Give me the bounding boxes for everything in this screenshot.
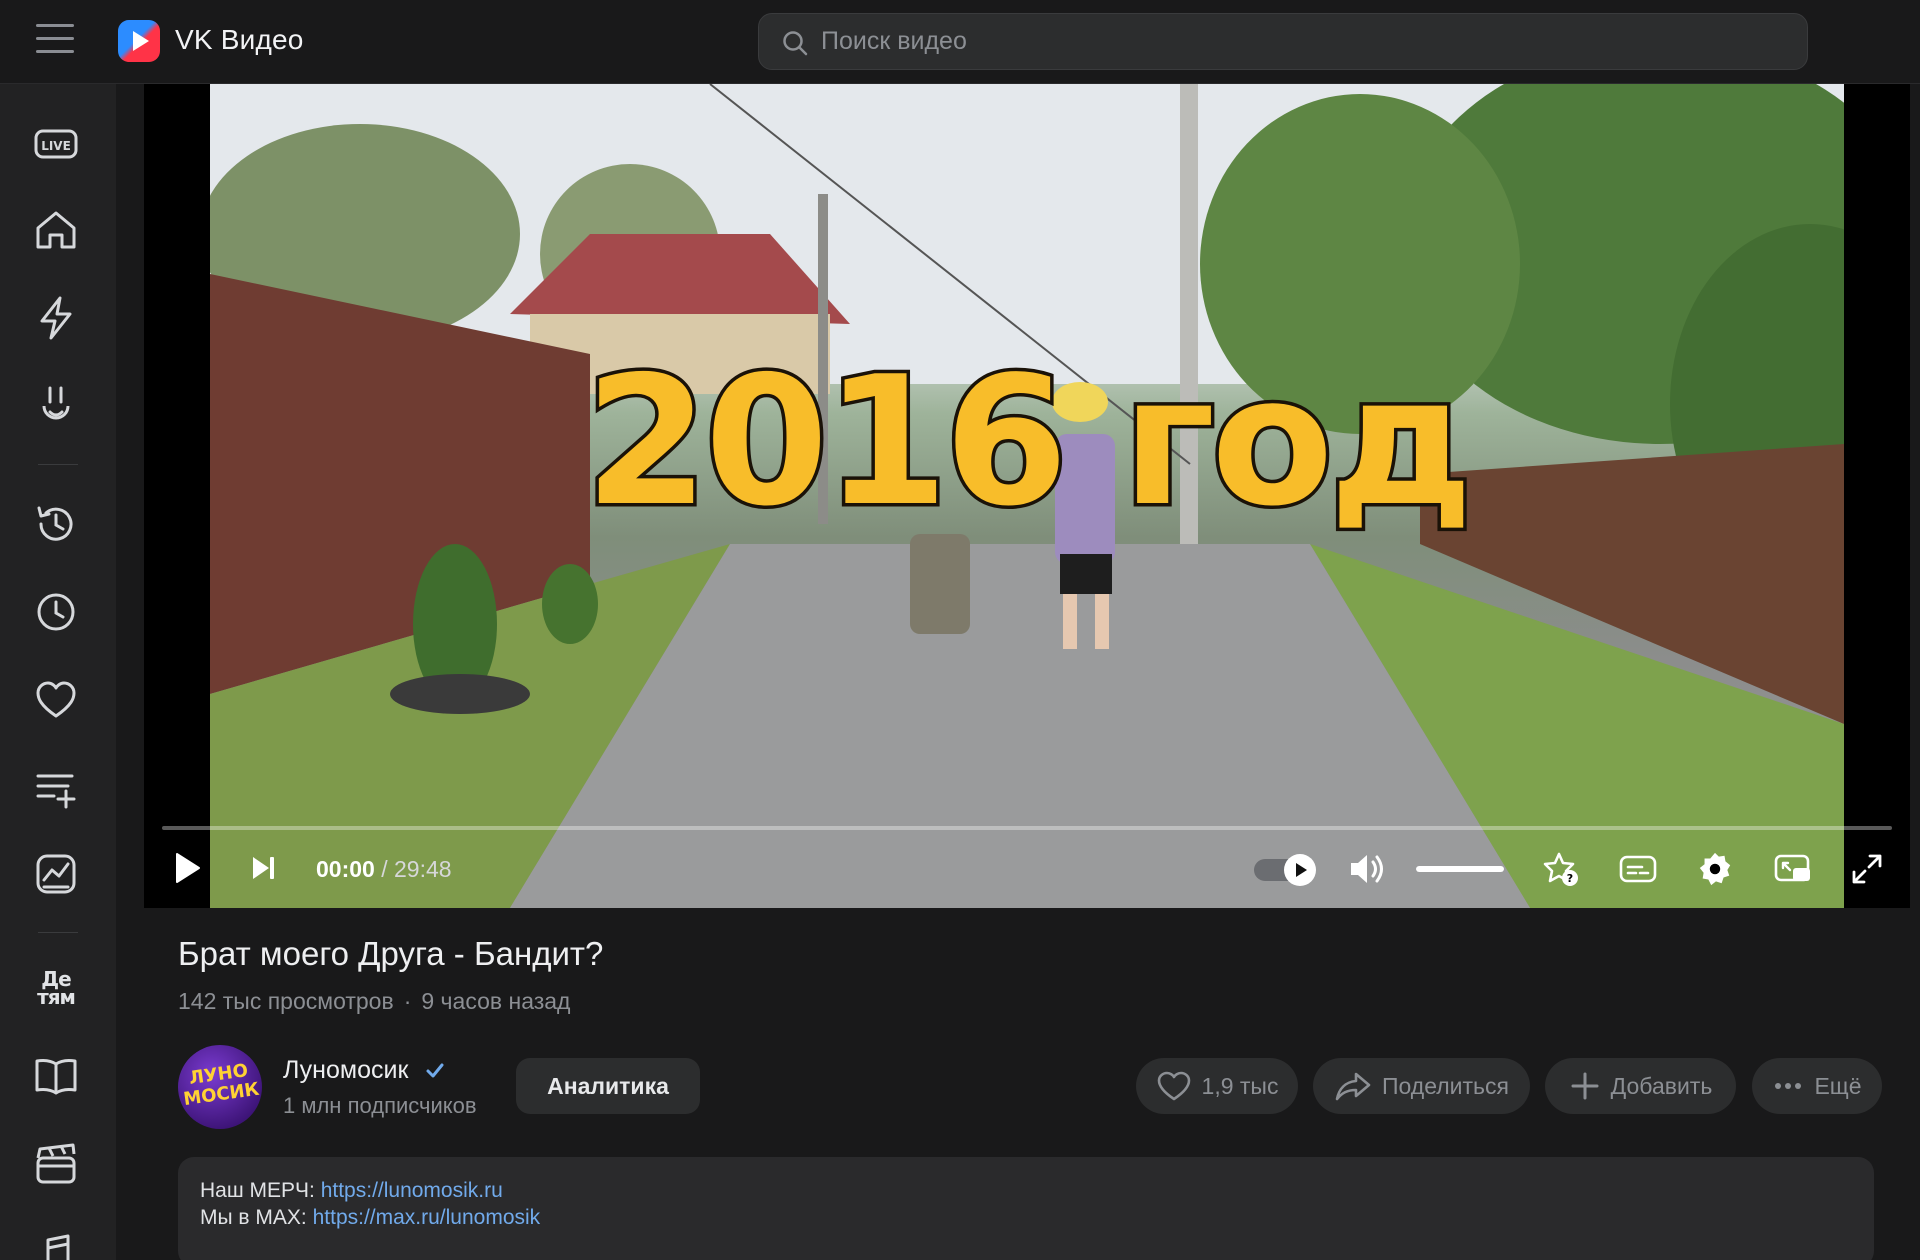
star-question-icon: ? — [1543, 852, 1578, 886]
heart-icon — [1157, 1071, 1190, 1101]
autoplay-play-icon — [1296, 863, 1307, 877]
playlist-add-icon — [36, 774, 76, 809]
settings-button[interactable] — [1695, 850, 1735, 893]
autoplay-toggle[interactable] — [1254, 854, 1316, 886]
music-icon — [46, 1234, 70, 1260]
video-overlay-title: 2016 год — [581, 335, 1476, 549]
view-count: 142 тыс просмотров — [178, 988, 394, 1014]
share-label: Поделиться — [1381, 1072, 1509, 1099]
menu-icon[interactable] — [36, 24, 74, 58]
plus-icon — [1571, 1072, 1599, 1100]
live-icon: LIVE — [34, 129, 78, 159]
search-input[interactable] — [821, 14, 1781, 69]
sidebar-item-movies[interactable] — [28, 1136, 84, 1192]
kids-label: Де тям — [37, 967, 76, 1009]
next-icon — [253, 857, 274, 879]
volume-button[interactable] — [1347, 850, 1387, 893]
description-line: Наш МЕРЧ: https://lunomosik.ru — [200, 1179, 503, 1203]
search-box[interactable] — [758, 13, 1808, 70]
sidebar-item-liked[interactable] — [28, 672, 84, 728]
subtitles-icon — [1619, 855, 1657, 883]
subscriber-count: 1 млн подписчиков — [283, 1093, 477, 1118]
lightning-icon — [40, 296, 72, 340]
sidebar-divider — [38, 932, 78, 933]
svg-text:LIVE: LIVE — [41, 139, 71, 153]
volume-fill — [1416, 866, 1504, 872]
subtitles-button[interactable] — [1618, 850, 1658, 893]
analytics-button[interactable]: Аналитика — [516, 1058, 700, 1114]
analytics-label: Аналитика — [547, 1072, 669, 1099]
sidebar-item-shorts[interactable] — [28, 290, 84, 346]
recommend-button[interactable]: ? — [1542, 850, 1580, 893]
max-link[interactable]: https://max.ru/lunomosik — [313, 1206, 541, 1229]
sidebar-item-watch-later[interactable] — [28, 584, 84, 640]
top-bar: VK Видео — [0, 0, 1920, 84]
sidebar: LIVE Де тям — [0, 84, 116, 1260]
share-icon — [1335, 1072, 1371, 1101]
current-time: 00:00 — [316, 856, 375, 882]
sidebar-item-analytics[interactable] — [28, 846, 84, 902]
like-count: 1,9 тыс — [1201, 1072, 1279, 1099]
fullscreen-icon — [1852, 854, 1882, 884]
sidebar-item-live[interactable]: LIVE — [28, 116, 84, 172]
avatar-logo-text: ЛУНО МОСИК — [182, 1060, 261, 1111]
video-title: Брат моего Друга - Бандит? — [178, 935, 604, 972]
verified-icon — [425, 1061, 445, 1086]
meta-dot: · — [403, 988, 412, 1014]
merch-link[interactable]: https://lunomosik.ru — [321, 1179, 503, 1202]
description-box[interactable]: Наш МЕРЧ: https://lunomosik.ru Мы в MAX:… — [178, 1157, 1874, 1260]
sidebar-item-playlists[interactable] — [28, 760, 84, 816]
volume-icon — [1351, 855, 1383, 883]
pip-button[interactable] — [1773, 850, 1813, 893]
autoplay-knob — [1284, 854, 1316, 886]
description-line: Мы в MAX: https://max.ru/lunomosik — [200, 1206, 540, 1230]
svg-text:?: ? — [1567, 872, 1573, 885]
publish-time: 9 часов назад — [421, 988, 571, 1014]
heart-icon — [36, 681, 76, 718]
sidebar-divider — [38, 464, 78, 465]
sidebar-item-music[interactable] — [28, 1224, 84, 1260]
channel-avatar[interactable]: ЛУНО МОСИК — [178, 1045, 262, 1129]
sidebar-item-catalog[interactable] — [28, 1048, 84, 1104]
sidebar-item-kids[interactable]: Де тям — [28, 960, 84, 1016]
gear-icon — [1699, 852, 1731, 886]
video-player[interactable]: 2016 год 00:00 / 29:48 ? — [144, 84, 1910, 908]
chart-icon — [36, 854, 76, 894]
more-label: Ещё — [1814, 1072, 1862, 1099]
add-label: Добавить — [1610, 1072, 1713, 1099]
picture-in-picture-icon — [1774, 854, 1810, 882]
merch-label: Наш МЕРЧ: — [200, 1179, 321, 1202]
vk-video-logo[interactable] — [118, 20, 160, 62]
max-label: Мы в MAX: — [200, 1206, 313, 1229]
clock-icon — [37, 593, 75, 631]
play-button[interactable] — [170, 850, 204, 891]
time-display: 00:00 / 29:48 — [316, 856, 452, 883]
history-icon — [37, 506, 73, 541]
clapper-icon — [36, 1143, 76, 1184]
progress-bar[interactable] — [162, 826, 1892, 830]
brand-name[interactable]: VK Видео — [175, 24, 304, 56]
more-dots-icon — [1775, 1083, 1802, 1089]
volume-slider[interactable] — [1416, 866, 1504, 872]
video-meta: 142 тыс просмотров · 9 часов назад — [178, 988, 570, 1015]
channel-name[interactable]: Луномосик — [283, 1056, 408, 1085]
time-separator: / — [374, 856, 394, 882]
share-button[interactable]: Поделиться — [1313, 1058, 1530, 1114]
next-button[interactable] — [247, 852, 279, 889]
search-icon — [783, 31, 808, 56]
sidebar-item-home[interactable] — [28, 202, 84, 258]
more-button[interactable]: Ещё — [1752, 1058, 1882, 1114]
sidebar-item-history[interactable] — [28, 496, 84, 552]
like-button[interactable]: 1,9 тыс — [1136, 1058, 1298, 1114]
book-icon — [35, 1058, 77, 1095]
fullscreen-button[interactable] — [1850, 852, 1884, 891]
sidebar-item-subscriptions[interactable] — [28, 378, 84, 434]
play-icon — [176, 853, 200, 883]
add-button[interactable]: Добавить — [1545, 1058, 1736, 1114]
duration: 29:48 — [394, 856, 452, 882]
subscriptions-icon — [42, 386, 70, 420]
home-icon — [36, 211, 76, 249]
video-frame[interactable]: 2016 год — [210, 84, 1844, 908]
